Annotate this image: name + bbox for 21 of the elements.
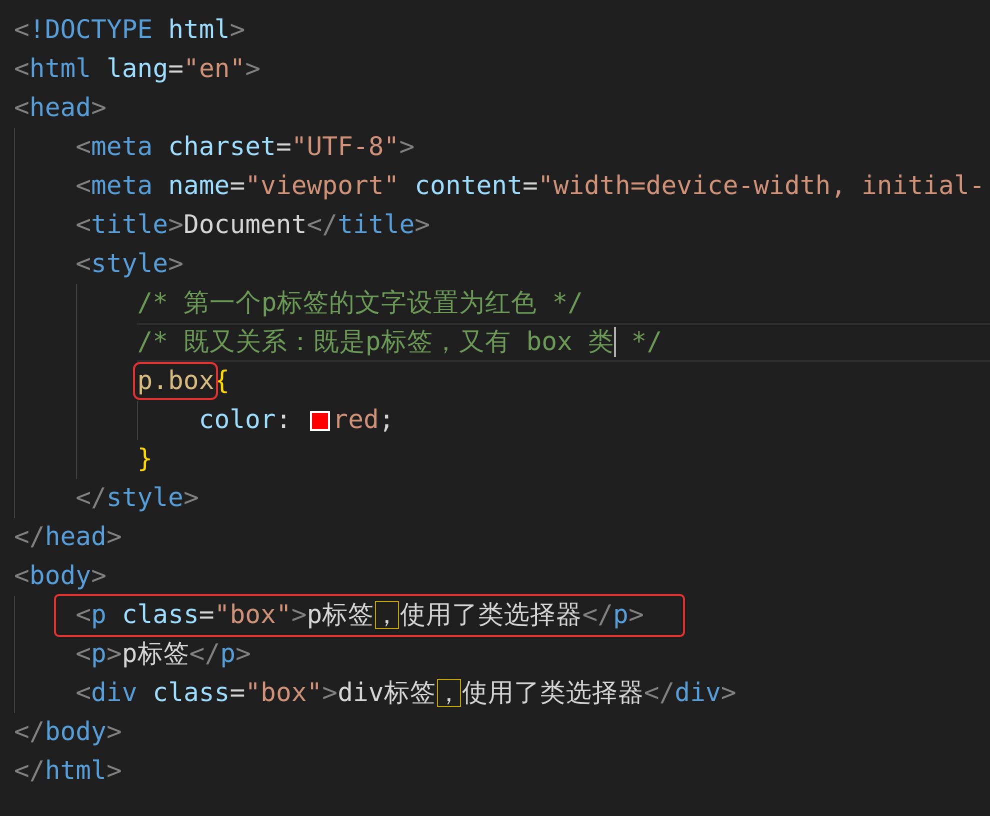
code-text: <meta name="viewport" content="width=device-width, initial-	[76, 170, 985, 203]
code-text: <p class="box">p标签，使用了类选择器</p>	[76, 599, 644, 632]
code-text: <div class="box">div标签，使用了类选择器</div>	[76, 677, 736, 710]
code-text: <p>p标签</p>	[76, 638, 251, 671]
code-text: <title>Document</title>	[76, 209, 430, 242]
code-text: /* 第一个p标签的文字设置为红色 */	[137, 287, 584, 320]
code-text: </head>	[14, 521, 122, 554]
code-text: color:	[198, 404, 292, 437]
code-text: </html>	[14, 755, 122, 788]
code-text: <!DOCTYPE html>	[14, 14, 246, 47]
code-text: <body>	[14, 560, 106, 593]
code-text: </body>	[14, 716, 122, 749]
code-text: <style>	[76, 248, 184, 281]
code-text: <head>	[14, 92, 106, 125]
code-text: /* 既又关系：既是p标签，又有 box 类 */	[137, 326, 662, 359]
code-text: red;	[332, 404, 394, 437]
code-text: <meta charset="UTF-8">	[76, 131, 415, 164]
code-text: </style>	[76, 482, 199, 515]
code-text: <html lang="en">	[14, 53, 261, 86]
code-text: }	[137, 443, 153, 476]
color-swatch[interactable]	[310, 410, 330, 430]
